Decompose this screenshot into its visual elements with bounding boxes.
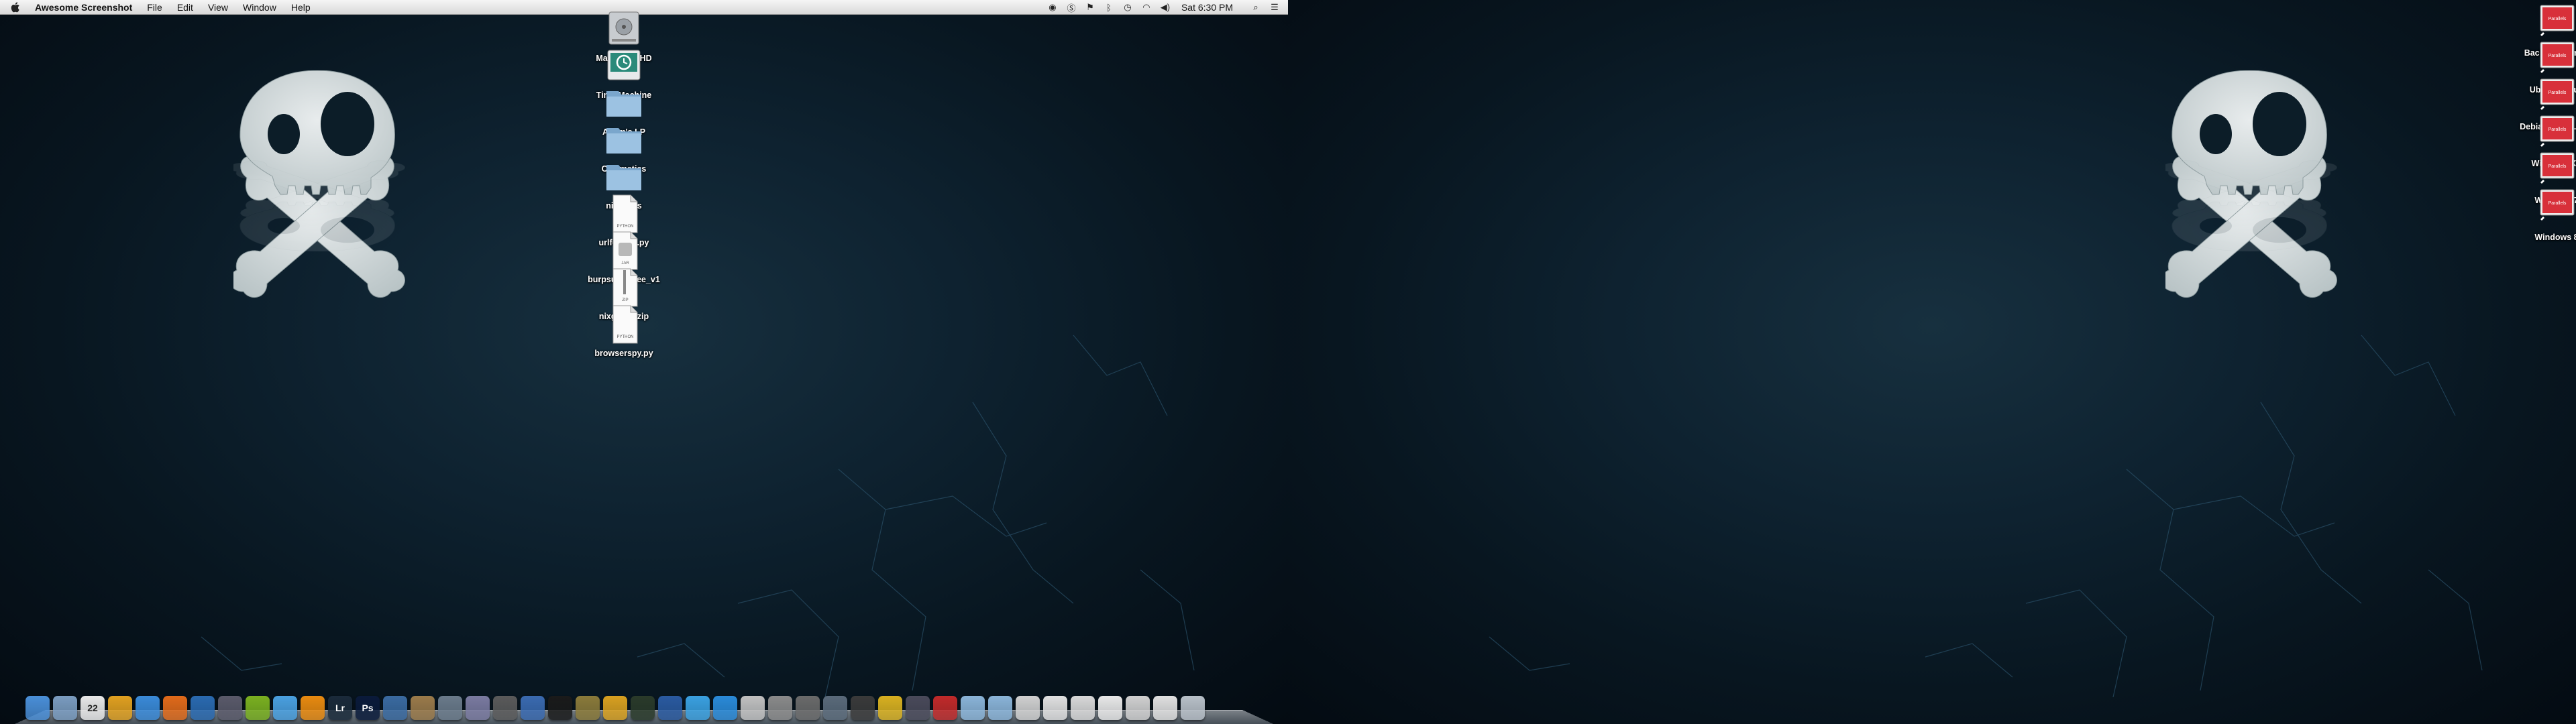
screenshot-thumb-icon[interactable] [1043, 696, 1067, 720]
downloads-stack-icon[interactable] [988, 696, 1012, 720]
chrome-canary-icon[interactable] [878, 696, 902, 720]
menu-help[interactable]: Help [291, 2, 311, 13]
skype-status-icon[interactable]: Ⓢ [1066, 3, 1077, 13]
settings-gear-icon[interactable] [438, 696, 462, 720]
xcode-icon[interactable] [521, 696, 545, 720]
status-app-icon[interactable]: ◉ [1047, 2, 1058, 12]
desktop-icon-browserspy[interactable]: PYTHON browserspy.py [584, 303, 664, 359]
menu-edit[interactable]: Edit [177, 2, 193, 13]
app-icon[interactable] [466, 696, 490, 720]
file-type-badge: PYTHON [616, 225, 633, 229]
disk-utility-icon[interactable] [768, 696, 792, 720]
camera-icon[interactable] [796, 696, 820, 720]
volume-icon[interactable]: ◀) [1160, 2, 1171, 12]
thunderbird-icon[interactable] [191, 696, 215, 720]
desktop-icon-windows-8[interactable]: Parallels Windows 8 [2516, 187, 2576, 243]
skype-icon[interactable] [713, 696, 737, 720]
terminal-icon[interactable] [548, 696, 572, 720]
parallels-vm-icon: Parallels [2540, 189, 2575, 221]
calendar-icon[interactable]: 22 [80, 696, 105, 720]
status-menus: ◉ Ⓢ ⚑ ᛒ ◷ ◠ ◀) Sat 6:30 PM ⌕ ☰ [1039, 0, 1280, 15]
file-type-badge: PYTHON [616, 335, 633, 339]
dock-icon-glyph: 22 [87, 703, 98, 713]
dock-icon-glyph: Lr [335, 703, 345, 713]
vlc-icon[interactable] [301, 696, 325, 720]
screenshot-thumb-icon[interactable] [1016, 696, 1040, 720]
dock: 22 Lr Ps [0, 689, 1288, 724]
iphoto-icon[interactable] [411, 696, 435, 720]
console-icon[interactable] [851, 696, 875, 720]
bluetooth-icon[interactable]: ᛒ [1104, 3, 1114, 13]
photoshop-icon[interactable]: Ps [356, 696, 380, 720]
left-display: Awesome Screenshot File Edit View Window… [0, 0, 1288, 724]
notification-center-icon[interactable]: ☰ [1269, 2, 1280, 12]
chrome-icon[interactable] [108, 696, 132, 720]
spotify-icon[interactable] [246, 696, 270, 720]
spotlight-search-icon[interactable]: ⌕ [1250, 2, 1261, 12]
activity-monitor-icon[interactable] [631, 696, 655, 720]
folder-stack-icon[interactable] [961, 696, 985, 720]
dock-icon-glyph: Ps [362, 703, 374, 713]
menu-window[interactable]: Window [243, 2, 276, 13]
desktop-icon-label: Windows 8 [2534, 233, 2576, 242]
right-display: Parallels Backtrack Linux Parallels Ubun… [1288, 0, 2576, 724]
menu-clock[interactable]: Sat 6:30 PM [1181, 2, 1233, 13]
vm-badge: Parallels [2548, 201, 2567, 206]
trash-icon[interactable] [1181, 696, 1205, 720]
scripts-icon[interactable] [576, 696, 600, 720]
flag-status-icon[interactable]: ⚑ [1085, 2, 1095, 12]
skull-reflection [2165, 160, 2337, 251]
screenshot-thumb-icon[interactable] [1098, 696, 1122, 720]
app-store-icon[interactable] [383, 696, 407, 720]
finder-icon[interactable] [25, 696, 50, 720]
dock-icons: 22 Lr Ps [25, 696, 1208, 720]
vm-badge: Parallels [2548, 54, 2567, 58]
menu-app-name[interactable]: Awesome Screenshot [35, 2, 132, 13]
preview-icon[interactable] [53, 696, 77, 720]
chess-icon[interactable] [493, 696, 517, 720]
menu-file[interactable]: File [147, 2, 162, 13]
file-icon[interactable] [741, 696, 765, 720]
wallpaper-cracks [1489, 335, 2483, 698]
vm-badge: Parallels [2548, 17, 2567, 21]
itunes-icon[interactable] [273, 696, 297, 720]
screenshot-thumb-icon[interactable] [1126, 696, 1150, 720]
wifi-icon[interactable]: ◠ [1141, 2, 1152, 12]
vm-badge: Parallels [2548, 127, 2567, 132]
skull-reflection [233, 160, 405, 251]
file-type-badge: JAR [621, 261, 629, 265]
safari-icon[interactable] [136, 696, 160, 720]
books-icon[interactable] [906, 696, 930, 720]
python-file-icon: PYTHON [612, 305, 638, 344]
firefox-icon[interactable] [163, 696, 187, 720]
twitter-icon[interactable] [686, 696, 710, 720]
time-machine-status-icon[interactable]: ◷ [1122, 2, 1133, 12]
lightroom-icon[interactable]: Lr [328, 696, 352, 720]
vm-badge: Parallels [2548, 164, 2567, 169]
network-utility-icon[interactable] [823, 696, 847, 720]
screenshot-thumb-icon[interactable] [1153, 696, 1177, 720]
screenshot-thumb-icon[interactable] [1071, 696, 1095, 720]
file-type-badge: ZIP [622, 298, 628, 302]
vm-badge: Parallels [2548, 90, 2567, 95]
apple-menu-icon[interactable] [11, 1, 21, 13]
menu-view[interactable]: View [208, 2, 228, 13]
tux-icon[interactable] [603, 696, 627, 720]
virtualbox-icon[interactable] [658, 696, 682, 720]
ruler-icon[interactable] [933, 696, 957, 720]
desktop-icon-label: browserspy.py [594, 349, 653, 358]
instruments-icon[interactable] [218, 696, 242, 720]
